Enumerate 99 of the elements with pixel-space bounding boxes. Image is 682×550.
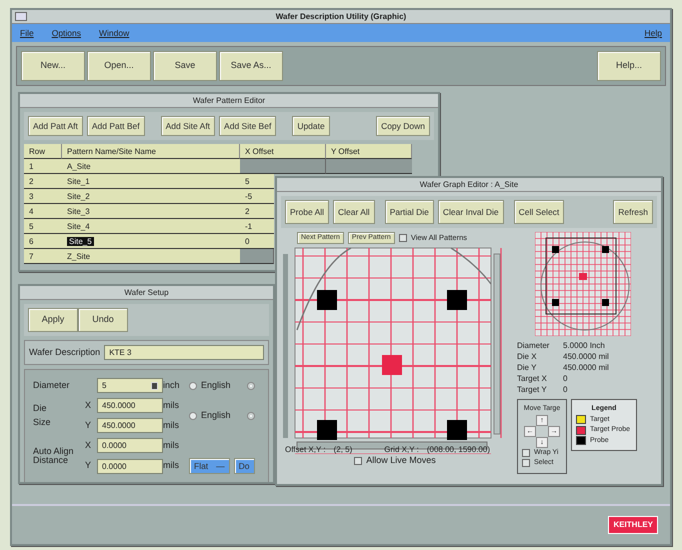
checkbox[interactable] <box>522 459 530 468</box>
toolbar-button[interactable]: Add Patt Bef <box>86 116 145 136</box>
toolbar-button[interactable]: New... <box>21 51 85 81</box>
company-logo: KEITHLEY <box>608 516 658 534</box>
checkbox[interactable] <box>398 234 407 242</box>
table-cell[interactable]: Z_Site <box>62 249 240 264</box>
table-cell[interactable]: A_Site <box>62 159 240 174</box>
axis-label: Y <box>85 459 92 472</box>
info-value: 5.0000 Inch <box>563 340 606 351</box>
window-title: Wafer Setup <box>20 286 273 300</box>
table-cell: 5 <box>240 174 274 189</box>
input-field[interactable]: 450.0000 <box>97 398 163 413</box>
input-field[interactable]: 0.0000 <box>97 458 163 474</box>
input-field[interactable]: 0.0000 <box>97 438 163 453</box>
axis-label: Y <box>85 418 92 432</box>
row-number-cell: 1 <box>24 159 62 174</box>
info-label: Diameter <box>517 340 550 351</box>
input-field[interactable]: 450.0000 <box>97 418 163 433</box>
toolbar-button[interactable]: Save As... <box>219 51 283 81</box>
field-label: Wafer Description <box>29 346 100 359</box>
toolbar-button[interactable]: Undo <box>78 308 128 332</box>
toolbar-button[interactable]: Clear All <box>333 200 375 224</box>
toolbar-button[interactable]: Add Site Aft <box>160 116 216 136</box>
unit-label: mils <box>163 398 180 412</box>
row-number-cell: 7 <box>24 249 62 264</box>
window-title: Wafer Description Utility (Graphic) <box>276 12 406 21</box>
table-cell[interactable]: Site_2 <box>62 189 240 204</box>
checkbox[interactable] <box>522 448 530 457</box>
table-cell[interactable]: Site_4 <box>62 219 240 234</box>
table-cell <box>240 249 274 264</box>
radio-label: English <box>201 378 231 392</box>
row-number-cell: 6 <box>24 234 62 249</box>
window-title: Wafer Pattern Editor <box>20 94 438 108</box>
menu-item[interactable]: Window <box>99 26 130 40</box>
menu-item[interactable]: Options <box>52 26 81 40</box>
checkbox[interactable] <box>354 456 362 465</box>
grid-value: (008.00, 1590.00) <box>426 444 490 456</box>
toolbar-button[interactable]: Partial Die <box>384 200 434 224</box>
toolbar-button[interactable]: Update <box>292 116 330 136</box>
menu-item[interactable]: File <box>20 26 34 40</box>
table-cell: -5 <box>240 189 274 204</box>
dropdown-field[interactable]: 5 <box>97 378 163 393</box>
column-header: Y Offset <box>326 144 412 159</box>
radio-button[interactable] <box>246 412 255 420</box>
row-number-cell: 2 <box>24 174 62 189</box>
info-label: Target Y <box>517 384 548 395</box>
toolbar-button[interactable]: Open... <box>87 51 151 81</box>
radio-button[interactable] <box>189 412 197 420</box>
info-value: 0 <box>563 373 568 384</box>
radio-button[interactable] <box>189 382 197 390</box>
unit-label: mils <box>163 438 180 452</box>
checkbox-label: Allow Live Moves <box>366 454 436 467</box>
row-number-cell: 4 <box>24 204 62 219</box>
help-button[interactable]: Help... <box>597 51 661 81</box>
menu-item[interactable]: Help <box>644 26 662 40</box>
column-header: Pattern Name/Site Name <box>62 144 240 159</box>
toolbar-button[interactable]: Cell Select <box>514 200 564 224</box>
toolbar-button[interactable]: Clear Inval Die <box>438 200 504 224</box>
toolbar-button[interactable]: Probe All <box>285 200 330 224</box>
toolbar-button[interactable]: Copy Down <box>376 116 430 136</box>
radio-label: English <box>201 408 231 422</box>
toolbar-button[interactable]: Save <box>153 51 217 81</box>
table-cell: -1 <box>240 219 274 234</box>
field-label: Diameter <box>33 378 71 392</box>
toolbar-button[interactable]: Add Patt Aft <box>28 116 83 136</box>
table-cell: 0 <box>240 234 274 249</box>
table-cell: 2 <box>240 204 274 219</box>
row-number-cell: 3 <box>24 189 62 204</box>
window-menu-icon[interactable] <box>15 12 27 21</box>
table-cell[interactable]: Site_3 <box>62 204 240 219</box>
unit-label: inch <box>163 378 181 392</box>
window-title: Wafer Graph Editor : A_Site <box>277 178 661 192</box>
dropdown-button[interactable]: Flat — <box>189 458 230 474</box>
info-value: 450.0000 mil <box>563 362 610 373</box>
unit-label: mils <box>163 418 180 432</box>
info-label: Die X <box>517 351 538 362</box>
table-cell[interactable]: Site_5 <box>62 234 240 249</box>
column-header: Row <box>24 144 62 159</box>
unit-label: mils <box>163 459 180 472</box>
dropdown-button[interactable]: Do <box>234 458 255 474</box>
input-field[interactable]: KTE 3 <box>104 345 264 360</box>
field-label: Auto Align Distance <box>33 447 75 465</box>
row-number-cell: 5 <box>24 219 62 234</box>
toolbar-button[interactable]: Refresh <box>613 200 653 224</box>
info-label: Target X <box>517 373 548 384</box>
info-value: 0 <box>563 384 568 395</box>
offset-value: (2, 5) <box>334 444 352 456</box>
info-label: Die Y <box>517 362 538 373</box>
radio-button[interactable] <box>246 382 255 390</box>
table-cell[interactable]: Site_1 <box>62 174 240 189</box>
field-label: Die Size <box>33 402 52 428</box>
toolbar-button[interactable]: Add Site Bef <box>219 116 276 136</box>
column-header: X Offset <box>240 144 326 159</box>
axis-label: X <box>85 398 92 412</box>
axis-label: X <box>85 438 92 452</box>
grid-label: Grid X,Y : <box>384 444 419 456</box>
info-value: 450.0000 mil <box>563 351 610 362</box>
toolbar-button[interactable]: Apply <box>28 308 78 332</box>
offset-label: Offset X,Y : <box>285 444 326 456</box>
